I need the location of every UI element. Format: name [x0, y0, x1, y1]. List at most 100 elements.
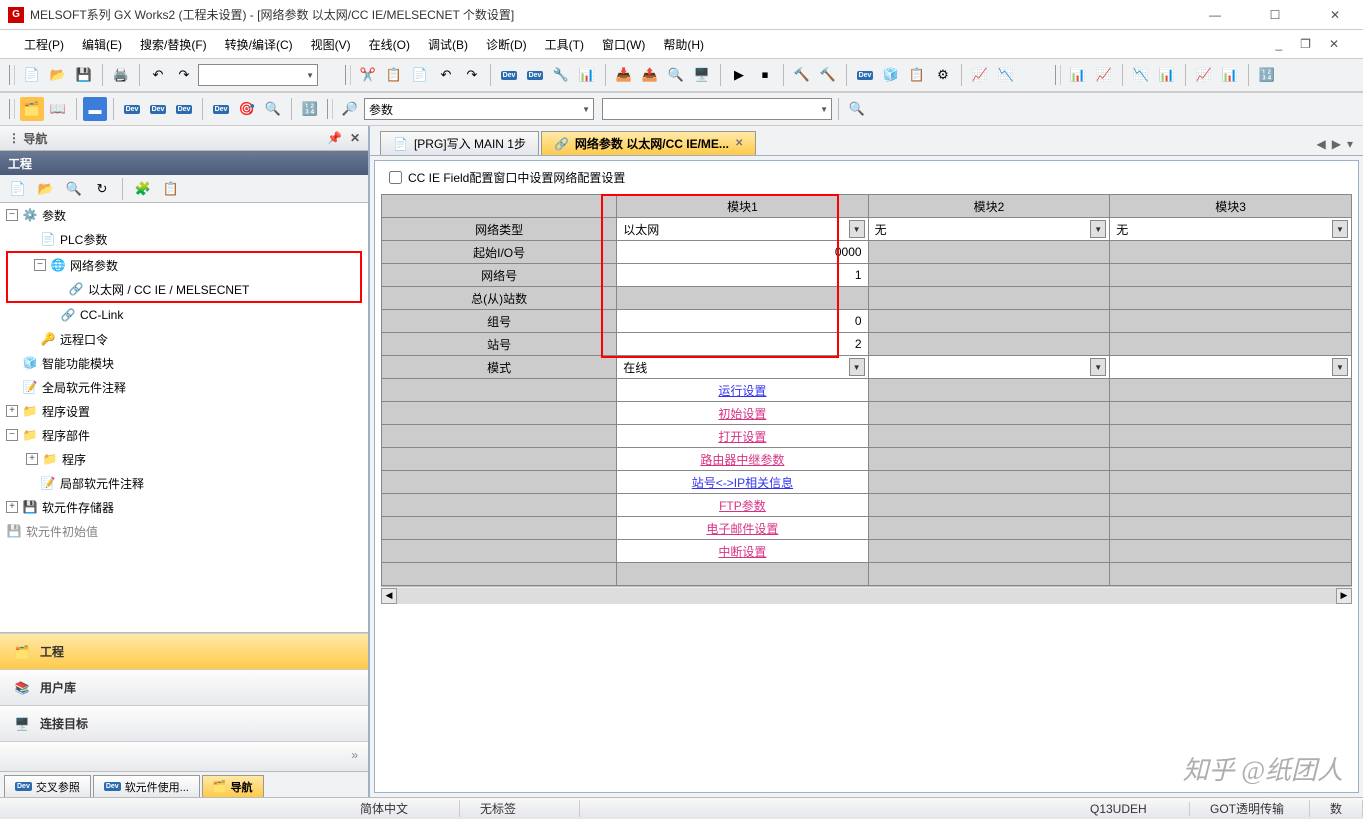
param-combo[interactable]: 参数	[364, 98, 594, 120]
mdi-restore[interactable]: ❐	[1294, 35, 1317, 53]
link-ftp[interactable]: FTP参数	[719, 499, 766, 513]
chart-btn-5[interactable]: 📈	[1192, 63, 1216, 87]
stop-btn[interactable]: ⏹	[753, 63, 777, 87]
dev-btn-b[interactable]: 🧊	[879, 63, 903, 87]
undo-button[interactable]: ↶	[146, 63, 170, 87]
tree-devinit[interactable]: 💾软元件初始值	[0, 519, 368, 543]
menu-online[interactable]: 在线(O)	[363, 34, 416, 55]
menu-help[interactable]: 帮助(H)	[657, 34, 710, 55]
menu-compile[interactable]: 转换/编译(C)	[219, 34, 299, 55]
tb2-8[interactable]: 🔍	[261, 97, 285, 121]
redo-button[interactable]: ↷	[172, 63, 196, 87]
plc-write[interactable]: 📤	[638, 63, 662, 87]
tb2-1[interactable]: 📖	[46, 97, 70, 121]
menu-project[interactable]: 工程(P)	[18, 34, 70, 55]
type-2[interactable]: 无	[868, 218, 1110, 241]
menu-tool[interactable]: 工具(T)	[539, 34, 590, 55]
scroll-left[interactable]: ◀	[381, 588, 397, 604]
link-intr[interactable]: 中断设置	[718, 545, 766, 559]
chart-btn-6[interactable]: 📊	[1218, 63, 1242, 87]
menu-debug[interactable]: 调试(B)	[422, 34, 474, 55]
build-btn[interactable]: 🔨	[790, 63, 814, 87]
tree-root[interactable]: −⚙️参数	[0, 203, 368, 227]
type-3[interactable]: 无	[1110, 218, 1352, 241]
plc-read[interactable]: 📥	[612, 63, 636, 87]
tab-close-icon[interactable]: ✕	[735, 138, 743, 149]
tree-progparts[interactable]: −📁程序部件	[0, 423, 368, 447]
find-btn[interactable]: 🔎	[338, 97, 362, 121]
panel-close-icon[interactable]: ✕	[350, 131, 360, 145]
param-combo-2[interactable]	[602, 98, 832, 120]
option-btn[interactable]: ⚙	[931, 63, 955, 87]
nav-tb-5[interactable]: 🧩	[131, 177, 155, 201]
tab-prev[interactable]: ◀	[1317, 137, 1326, 151]
nav-tb-3[interactable]: 🔍	[62, 177, 86, 201]
chart-btn-3[interactable]: 📉	[1129, 63, 1153, 87]
scroll-right[interactable]: ▶	[1336, 588, 1352, 604]
tree-smart[interactable]: 🧊智能功能模块	[0, 351, 368, 375]
dev-btn-2[interactable]: Dev	[523, 63, 547, 87]
nav-tb-1[interactable]: 📄	[6, 177, 30, 201]
nav-tree-btn[interactable]: 🗂️	[20, 97, 44, 121]
print-button[interactable]: 🖨️	[109, 63, 133, 87]
tb2-2[interactable]: ▬	[83, 97, 107, 121]
tree-program[interactable]: +📁程序	[0, 447, 368, 471]
link-ip[interactable]: 站号<->IP相关信息	[692, 476, 793, 490]
dev-btn-a[interactable]: Dev	[853, 63, 877, 87]
tb2-7[interactable]: 🎯	[235, 97, 259, 121]
tree-plc[interactable]: 📄PLC参数	[0, 227, 368, 251]
nav-project[interactable]: 🗂️工程	[0, 633, 368, 669]
mode-1[interactable]: 在线	[617, 356, 868, 379]
group-1[interactable]: 0	[617, 310, 868, 333]
cut-button[interactable]: ✂️	[356, 63, 380, 87]
nav-user[interactable]: 📚用户库	[0, 669, 368, 705]
tool-x1[interactable]: 📈	[968, 63, 992, 87]
chart-btn-7[interactable]: 🔢	[1255, 63, 1279, 87]
tb2-3[interactable]: Dev	[120, 97, 144, 121]
mdi-close[interactable]: ✕	[1323, 35, 1345, 53]
link-open[interactable]: 打开设置	[718, 430, 766, 444]
chart-btn-1[interactable]: 📊	[1066, 63, 1090, 87]
cc-ie-checkbox[interactable]	[389, 171, 402, 184]
undo2-button[interactable]: ↶	[434, 63, 458, 87]
tab-nav[interactable]: 🗂️导航	[202, 775, 264, 797]
tree-global[interactable]: 📝全局软元件注释	[0, 375, 368, 399]
tree-remote[interactable]: 🔑远程口令	[0, 327, 368, 351]
monitor-btn[interactable]: ▶	[727, 63, 751, 87]
tree-net[interactable]: −🌐网络参数	[8, 253, 360, 277]
pin-icon[interactable]: 📌	[327, 131, 342, 145]
plc-verify[interactable]: 🔍	[664, 63, 688, 87]
nav-tb-2[interactable]: 📂	[34, 177, 58, 201]
tab-menu[interactable]: ▾	[1347, 137, 1353, 151]
grid-hscroll[interactable]: ◀ ▶	[381, 586, 1352, 604]
tab-next[interactable]: ▶	[1332, 137, 1341, 151]
nav-conn[interactable]: 🖥️连接目标	[0, 705, 368, 741]
menu-find[interactable]: 搜索/替换(F)	[134, 34, 213, 55]
copy-button[interactable]: 📋	[382, 63, 406, 87]
close-button[interactable]: ✕	[1315, 8, 1355, 22]
remote-btn[interactable]: 🖥️	[690, 63, 714, 87]
link-mail[interactable]: 电子邮件设置	[706, 522, 778, 536]
mdi-minimize[interactable]: _	[1269, 35, 1288, 53]
nav-tb-4[interactable]: ↻	[90, 177, 114, 201]
netno-1[interactable]: 1	[617, 264, 868, 287]
chart-btn-2[interactable]: 📈	[1092, 63, 1116, 87]
menu-diag[interactable]: 诊断(D)	[480, 34, 533, 55]
minimize-button[interactable]: —	[1195, 8, 1235, 22]
redo2-button[interactable]: ↷	[460, 63, 484, 87]
tab-cross[interactable]: Dev交叉参照	[4, 775, 91, 797]
mode-3[interactable]	[1110, 356, 1352, 379]
tree-eth[interactable]: 🔗以太网 / CC IE / MELSECNET	[8, 277, 360, 301]
type-1[interactable]: 以太网	[617, 218, 868, 241]
menu-window[interactable]: 窗口(W)	[596, 34, 651, 55]
paste-button[interactable]: 📄	[408, 63, 432, 87]
tree-progset[interactable]: +📁程序设置	[0, 399, 368, 423]
station-1[interactable]: 2	[617, 333, 868, 356]
rebuild-btn[interactable]: 🔨	[816, 63, 840, 87]
new-button[interactable]: 📄	[20, 63, 44, 87]
menu-edit[interactable]: 编辑(E)	[76, 34, 128, 55]
tab-dev[interactable]: Dev软元件使用...	[93, 775, 200, 797]
io-1[interactable]: 0000	[617, 241, 868, 264]
menu-view[interactable]: 视图(V)	[305, 34, 357, 55]
save-button[interactable]: 💾	[72, 63, 96, 87]
